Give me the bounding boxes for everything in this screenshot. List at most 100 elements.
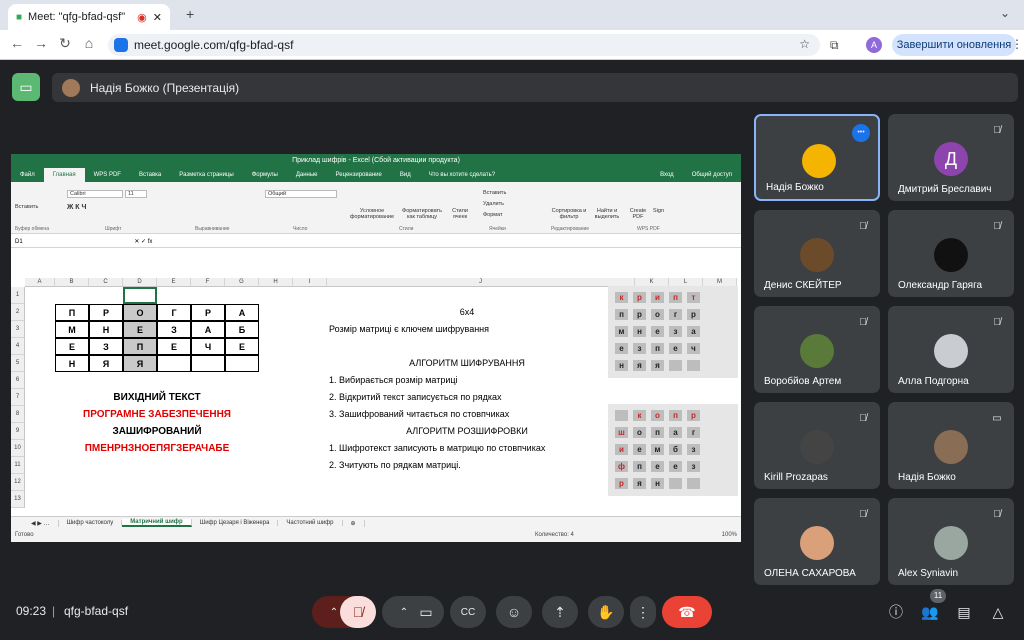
more-options-button[interactable]: ⋮ xyxy=(630,596,656,628)
row-header[interactable]: 5 xyxy=(11,355,25,372)
row-header[interactable]: 1 xyxy=(11,287,25,304)
reactions-button[interactable]: ☺ xyxy=(496,596,532,628)
device-icon[interactable]: ▭ xyxy=(12,73,40,101)
matrix-cell[interactable] xyxy=(191,355,225,372)
column-header[interactable]: J xyxy=(327,278,635,287)
row-header[interactable]: 13 xyxy=(11,491,25,508)
participant-tile[interactable]: ОЛЕНА САХАРОВА 🎙̸ xyxy=(754,498,880,585)
menu-tellme[interactable]: Что вы хотите сделать? xyxy=(420,172,504,178)
info-button[interactable]: ⓘ xyxy=(884,600,908,624)
column-header[interactable]: C xyxy=(89,278,123,287)
matrix-cell[interactable]: Г xyxy=(157,304,191,321)
menu-data[interactable]: Данные xyxy=(287,172,327,178)
matrix-cell[interactable]: З xyxy=(157,321,191,338)
row-header[interactable]: 6 xyxy=(11,372,25,389)
formula-bar[interactable]: D1 ✕ ✓ fx xyxy=(11,236,741,248)
matrix-cell[interactable]: Р xyxy=(191,304,225,321)
menu-wps-pdf[interactable]: WPS PDF xyxy=(85,172,130,178)
matrix-cell[interactable] xyxy=(157,355,191,372)
menu-share[interactable]: Общий доступ xyxy=(683,172,741,178)
browser-menu-icon[interactable]: ⋮ xyxy=(1011,37,1023,51)
matrix-cell[interactable]: Я xyxy=(123,355,157,372)
menu-signin[interactable]: Вход xyxy=(651,172,683,178)
column-header[interactable]: D xyxy=(123,278,157,287)
matrix-cell[interactable]: Е xyxy=(123,321,157,338)
matrix-cell[interactable]: М xyxy=(55,321,89,338)
format-table-button[interactable]: Форматировать как таблицу xyxy=(399,208,445,220)
delete-cells-button[interactable]: Удалить xyxy=(483,201,504,207)
matrix-cell[interactable]: П xyxy=(123,338,157,355)
sign-button[interactable]: Sign xyxy=(653,208,664,214)
row-header[interactable]: 10 xyxy=(11,440,25,457)
sheet-tab-4[interactable]: Частотний шифр xyxy=(278,520,343,526)
matrix-cell[interactable]: Б xyxy=(225,321,259,338)
column-header[interactable]: B xyxy=(55,278,89,287)
column-header[interactable]: G xyxy=(225,278,259,287)
menu-file[interactable]: Файл xyxy=(11,172,44,178)
menu-formulas[interactable]: Формулы xyxy=(243,172,287,178)
sheet-tab-1[interactable]: Шифр частоколу xyxy=(59,520,123,526)
raise-hand-button[interactable]: ✋ xyxy=(588,596,624,628)
matrix-cell[interactable]: А xyxy=(191,321,225,338)
update-button[interactable]: Завершити оновлення xyxy=(892,34,1016,56)
font-select[interactable]: Calibri xyxy=(67,190,123,198)
participant-tile[interactable]: Денис СКЕЙТЕР 🎙̸ xyxy=(754,210,880,297)
menu-review[interactable]: Рецензирование xyxy=(327,172,391,178)
matrix-cell[interactable]: Е xyxy=(157,338,191,355)
profile-avatar[interactable]: A xyxy=(866,37,882,53)
row-header[interactable]: 3 xyxy=(11,321,25,338)
matrix-cell[interactable] xyxy=(225,355,259,372)
url-field[interactable]: meet.google.com/qfg-bfad-qsf ☆ xyxy=(108,34,820,56)
column-header[interactable]: F xyxy=(191,278,225,287)
more-options-icon[interactable]: ••• xyxy=(852,124,870,142)
sheet-nav-icon[interactable]: ◀ ▶ … xyxy=(11,519,59,527)
extensions-icon[interactable]: ⧉ xyxy=(830,38,839,53)
participant-tile[interactable]: Д Дмитрий Бреславич 🎙̸ xyxy=(888,114,1014,201)
matrix-cell[interactable]: П xyxy=(55,304,89,321)
participant-tile[interactable]: Надія Божко ••• xyxy=(754,114,880,201)
forward-icon[interactable]: → xyxy=(32,35,50,51)
menu-layout[interactable]: Разметка страницы xyxy=(170,172,242,178)
participant-tile[interactable]: Kirill Prozapas 🎙̸ xyxy=(754,402,880,489)
row-header[interactable]: 4 xyxy=(11,338,25,355)
create-pdf-button[interactable]: Create PDF xyxy=(627,208,649,220)
column-header[interactable]: I xyxy=(293,278,327,287)
menu-view[interactable]: Вид xyxy=(391,172,420,178)
row-header[interactable]: 12 xyxy=(11,474,25,491)
matrix-cell[interactable]: З xyxy=(89,338,123,355)
menu-insert[interactable]: Вставка xyxy=(130,172,170,178)
paste-button[interactable]: Вставить xyxy=(15,204,38,210)
new-tab-button[interactable]: + xyxy=(186,6,194,22)
matrix-cell[interactable]: А xyxy=(225,304,259,321)
conditional-format-button[interactable]: Условное форматирование xyxy=(349,208,395,220)
reload-icon[interactable]: ↻ xyxy=(56,35,74,52)
worksheet-grid[interactable]: A B C D E F G H I J K L M 1 2 3 4 5 6 7 8 9 10 11 12 13 П Р О Г Р А М Н Е З… xyxy=(11,278,738,513)
row-header[interactable]: 7 xyxy=(11,389,25,406)
activities-button[interactable]: △ xyxy=(986,600,1010,624)
matrix-cell[interactable]: О xyxy=(123,304,157,321)
site-info-icon[interactable] xyxy=(114,38,128,52)
leave-call-button[interactable]: ☎ xyxy=(662,596,712,628)
sheet-tab-3[interactable]: Шифр Цезаря і Віженера xyxy=(192,520,279,526)
menu-home[interactable]: Главная xyxy=(43,168,85,182)
mic-off-button[interactable]: 🎙̸ xyxy=(340,596,376,628)
back-icon[interactable]: ← xyxy=(8,35,26,51)
column-header[interactable]: A xyxy=(25,278,55,287)
captions-button[interactable]: CC xyxy=(450,596,486,628)
participant-tile[interactable]: Надія Божко ▭ xyxy=(888,402,1014,489)
matrix-cell[interactable]: Я xyxy=(89,355,123,372)
format-cells-button[interactable]: Формат xyxy=(483,212,503,218)
matrix-cell[interactable]: Е xyxy=(55,338,89,355)
name-box[interactable]: D1 xyxy=(15,239,23,245)
sheet-tab-2[interactable]: Матричний шифр xyxy=(122,519,192,527)
participant-tile[interactable]: Воробйов Артем 🎙̸ xyxy=(754,306,880,393)
bold-icon[interactable]: Ж К Ч xyxy=(67,204,86,211)
matrix-cell[interactable]: Н xyxy=(89,321,123,338)
home-icon[interactable]: ⌂ xyxy=(80,35,98,51)
row-header[interactable]: 11 xyxy=(11,457,25,474)
present-button[interactable]: ⇡ xyxy=(542,596,578,628)
selected-cell[interactable] xyxy=(123,287,157,304)
participant-tile[interactable]: Alex Syniavin 🎙̸ xyxy=(888,498,1014,585)
insert-cells-button[interactable]: Вставить xyxy=(483,190,506,196)
column-header[interactable]: H xyxy=(259,278,293,287)
